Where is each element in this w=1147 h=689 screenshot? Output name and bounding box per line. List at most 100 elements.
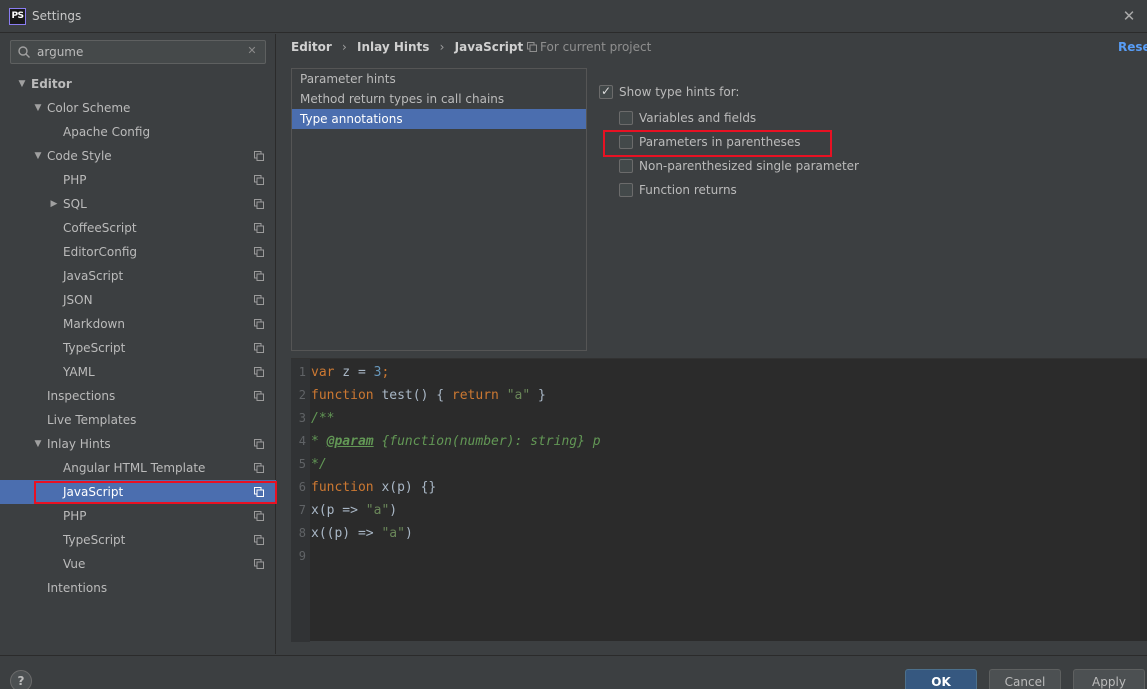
code-token: "a" (506, 388, 531, 403)
tree-item-apache-config[interactable]: Apache Config (0, 120, 276, 144)
tree-item-label: TypeScript (63, 341, 126, 355)
tree-item-php[interactable]: PHP (0, 504, 276, 528)
code-text[interactable]: x((p) => "a") (311, 522, 413, 545)
tree-item-label: YAML (63, 365, 95, 379)
expand-arrow-down-icon[interactable]: ▼ (32, 96, 44, 120)
code-token: * (311, 434, 327, 449)
code-token: } (530, 388, 546, 403)
tree-item-label: Live Templates (47, 413, 137, 427)
tree-item-typescript[interactable]: TypeScript (0, 528, 276, 552)
project-copy-icon (254, 247, 264, 257)
tree-item-intentions[interactable]: Intentions (0, 576, 276, 600)
settings-search[interactable]: ✕ (10, 40, 266, 64)
tree-item-sql[interactable]: ▶ SQL (0, 192, 276, 216)
line-number: 2 (298, 388, 306, 402)
code-text[interactable]: x(p => "a") (311, 499, 397, 522)
tree-item-typescript[interactable]: TypeScript (0, 336, 276, 360)
search-input[interactable] (37, 43, 237, 61)
function-returns-checkbox[interactable] (619, 183, 633, 197)
scope-label: For current project (540, 40, 652, 54)
tree-item-label: Editor (31, 77, 72, 91)
code-token: */ (311, 457, 327, 472)
tree-item-editor[interactable]: ▼ Editor (0, 72, 276, 96)
tree-item-label: Apache Config (63, 125, 151, 139)
dialog-footer: ? OK Cancel Apply (0, 655, 1147, 689)
breadcrumb-inlay-hints[interactable]: Inlay Hints (357, 40, 429, 54)
tree-item-label: Vue (63, 557, 86, 571)
code-text[interactable]: function test() { return "a" } (311, 384, 546, 407)
project-copy-icon (254, 271, 264, 281)
expand-arrow-down-icon[interactable]: ▼ (16, 72, 28, 96)
line-number: 4 (298, 434, 306, 448)
tree-item-color-scheme[interactable]: ▼ Color Scheme (0, 96, 276, 120)
function-returns-label: Function returns (639, 183, 737, 197)
tree-item-label: Inspections (47, 389, 116, 403)
project-copy-icon (254, 151, 264, 161)
title-bar: PS Settings ✕ (0, 0, 1147, 33)
code-text[interactable]: var z = 3; (311, 361, 389, 384)
code-token: "a" (381, 526, 405, 541)
tree-item-label: Angular HTML Template (63, 461, 206, 475)
tree-item-coffeescript[interactable]: CoffeeScript (0, 216, 276, 240)
highlight-params-parens (603, 130, 832, 157)
code-text[interactable]: * @param {function(number): string} p (311, 430, 601, 453)
code-text[interactable]: function x(p) {} (311, 476, 436, 499)
code-token: "a" (365, 503, 390, 518)
tree-item-yaml[interactable]: YAML (0, 360, 276, 384)
window-title: Settings (32, 9, 82, 23)
code-token: return (451, 388, 499, 403)
expand-arrow-down-icon[interactable]: ▼ (32, 144, 44, 168)
apply-button[interactable]: Apply (1073, 669, 1145, 689)
clear-search-icon[interactable]: ✕ (245, 44, 259, 58)
tree-item-live-templates[interactable]: Live Templates (0, 408, 276, 432)
line-number: 5 (298, 457, 306, 471)
project-copy-icon (254, 463, 264, 473)
expand-arrow-down-icon[interactable]: ▼ (32, 432, 44, 456)
line-number: 6 (298, 480, 306, 494)
tree-item-inspections[interactable]: Inspections (0, 384, 276, 408)
code-text[interactable]: /** (311, 407, 334, 430)
code-token: ) (404, 526, 413, 541)
breadcrumb-javascript: JavaScript (454, 40, 524, 54)
tree-item-label: Color Scheme (47, 101, 131, 115)
code-token: ; (381, 365, 390, 380)
hint-type-annotations[interactable]: Type annotations (292, 109, 586, 129)
tree-item-label: TypeScript (63, 533, 126, 547)
close-icon[interactable]: ✕ (1117, 4, 1141, 28)
code-text[interactable]: */ (311, 453, 327, 476)
tree-item-vue[interactable]: Vue (0, 552, 276, 576)
breadcrumb-separator: › (342, 40, 347, 54)
cancel-button[interactable]: Cancel (989, 669, 1061, 689)
non-parens-checkbox[interactable] (619, 159, 633, 173)
code-token: var (311, 365, 335, 380)
hint-method-return-types[interactable]: Method return types in call chains (292, 89, 586, 109)
project-copy-icon (254, 391, 264, 401)
tree-item-json[interactable]: JSON (0, 288, 276, 312)
code-token: @param (326, 434, 374, 449)
tree-item-angular-html-template[interactable]: Angular HTML Template (0, 456, 276, 480)
code-token: {function(number): string} p (373, 434, 601, 449)
tree-item-editorconfig[interactable]: EditorConfig (0, 240, 276, 264)
code-token: x(p) {} (373, 480, 437, 495)
breadcrumb-editor[interactable]: Editor (291, 40, 332, 54)
tree-item-javascript[interactable]: JavaScript (0, 264, 276, 288)
breadcrumb-separator: › (439, 40, 445, 54)
help-button[interactable]: ? (10, 670, 32, 689)
expand-arrow-right-icon[interactable]: ▶ (48, 192, 60, 216)
project-copy-icon (254, 223, 264, 233)
show-type-hints-checkbox[interactable] (599, 84, 613, 99)
tree-item-inlay-hints[interactable]: ▼ Inlay Hints (0, 432, 276, 456)
reset-link[interactable]: Reset (1118, 40, 1147, 54)
ok-button[interactable]: OK (905, 669, 977, 689)
project-copy-icon (254, 319, 264, 329)
tree-item-php[interactable]: PHP (0, 168, 276, 192)
project-copy-icon (254, 511, 264, 521)
line-number: 8 (298, 526, 306, 540)
tree-item-markdown[interactable]: Markdown (0, 312, 276, 336)
project-copy-icon (254, 367, 264, 377)
tree-item-code-style[interactable]: ▼ Code Style (0, 144, 276, 168)
hint-parameter-hints[interactable]: Parameter hints (292, 69, 586, 89)
phpstorm-logo-icon: PS (9, 8, 26, 25)
variables-fields-checkbox[interactable] (619, 111, 633, 125)
